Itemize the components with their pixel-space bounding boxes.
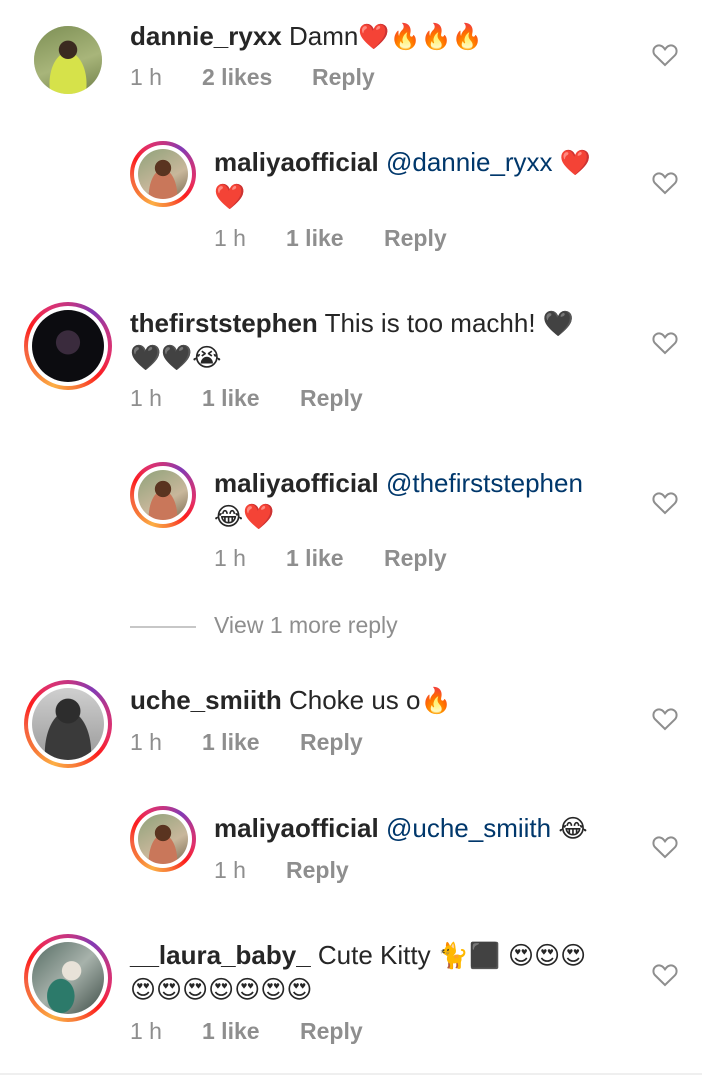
comment-text-line2: 😂❤️ (214, 499, 274, 534)
avatar[interactable] (34, 26, 102, 94)
comment-text: maliyaofficial @dannie_ryxx ❤️ (214, 145, 591, 180)
reply-button[interactable]: Reply (286, 857, 349, 884)
username[interactable]: dannie_ryxx (130, 21, 282, 51)
comment-body: This is too machh! (324, 308, 536, 338)
comment-meta: 1 h 1 like Reply (130, 1018, 363, 1045)
reply-button[interactable]: Reply (312, 64, 375, 91)
comment-meta: 1 h Reply (214, 857, 349, 884)
timestamp: 1 h (214, 857, 246, 883)
comment-body: Choke us o (288, 685, 421, 715)
heart-outline-icon[interactable] (652, 331, 678, 355)
reply-button[interactable]: Reply (300, 385, 363, 412)
comment-meta: 1 h 2 likes Reply (130, 64, 375, 91)
heart-outline-icon[interactable] (652, 707, 678, 731)
username[interactable]: maliyaofficial (214, 147, 379, 177)
avatar[interactable] (130, 141, 196, 207)
timestamp: 1 h (130, 729, 162, 755)
timestamp: 1 h (130, 385, 162, 411)
emoji-text: 🖤 (542, 309, 574, 338)
emoji-text: 😍😍😍😍😍😍😍 (130, 975, 313, 1004)
comment-text: uche_smiith Choke us o🔥 (130, 683, 452, 718)
reply-button[interactable]: Reply (300, 729, 363, 756)
comment-body: Damn (288, 21, 359, 51)
view-more-label[interactable]: View 1 more reply (214, 612, 398, 639)
timestamp: 1 h (214, 545, 246, 571)
comment-text: dannie_ryxx Damn❤️🔥🔥🔥 (130, 19, 483, 54)
likes-count[interactable]: 1 like (202, 729, 300, 756)
comment-text-line2: ❤️ (214, 179, 245, 214)
comment-text: thefirststephen This is too machh! 🖤 (130, 306, 574, 341)
comment-meta: 1 h 1 like Reply (130, 385, 363, 412)
emoji-text: ❤️ (559, 148, 591, 177)
comment-text: maliyaofficial @uche_smiith 😂 (214, 811, 588, 846)
likes-count[interactable]: 1 like (286, 545, 384, 572)
avatar[interactable] (24, 302, 112, 390)
comment-text-line2: 🖤🖤😭 (130, 340, 221, 375)
comment-text: maliyaofficial @thefirststephen (214, 466, 583, 500)
timestamp: 1 h (130, 64, 162, 90)
heart-outline-icon[interactable] (652, 835, 678, 859)
comment-text-line2: 😍😍😍😍😍😍😍 (130, 972, 312, 1007)
username[interactable]: __laura_baby_ (130, 940, 311, 970)
heart-outline-icon[interactable] (652, 963, 678, 987)
likes-count[interactable]: 1 like (202, 385, 300, 412)
emoji-text: 😂❤️ (214, 502, 275, 531)
comment-meta: 1 h 1 like Reply (214, 225, 447, 252)
reply-button[interactable]: Reply (300, 1018, 363, 1045)
timestamp: 1 h (130, 1018, 162, 1044)
likes-count[interactable]: 2 likes (202, 64, 312, 91)
timestamp: 1 h (214, 225, 246, 251)
comment-meta: 1 h 1 like Reply (130, 729, 363, 756)
likes-count[interactable]: 1 like (202, 1018, 300, 1045)
emoji-text: 🔥 (420, 686, 452, 715)
avatar[interactable] (24, 680, 112, 768)
username[interactable]: maliyaofficial (214, 468, 379, 498)
emoji-text: ❤️🔥🔥🔥 (358, 22, 483, 51)
comment-text: __laura_baby_ Cute Kitty 🐈⬛ 😍😍😍 (130, 938, 586, 973)
heart-outline-icon[interactable] (652, 171, 678, 195)
view-more-divider (130, 626, 196, 628)
emoji-text: ❤️ (214, 182, 246, 211)
mention-link[interactable]: @thefirststephen (386, 468, 583, 498)
likes-count[interactable]: 1 like (286, 225, 384, 252)
mention-link[interactable]: @uche_smiith (386, 813, 551, 843)
emoji-text: 🐈⬛ 😍😍😍 (437, 941, 587, 970)
reply-button[interactable]: Reply (384, 225, 447, 252)
reply-button[interactable]: Reply (384, 545, 447, 572)
avatar[interactable] (130, 462, 196, 528)
comment-meta: 1 h 1 like Reply (214, 545, 447, 572)
heart-outline-icon[interactable] (652, 43, 678, 67)
comment-body: Cute Kitty (317, 940, 431, 970)
heart-outline-icon[interactable] (652, 491, 678, 515)
emoji-text: 😂 (558, 814, 588, 843)
username[interactable]: maliyaofficial (214, 813, 379, 843)
username[interactable]: thefirststephen (130, 308, 318, 338)
emoji-text: 🖤🖤😭 (130, 343, 222, 372)
mention-link[interactable]: @dannie_ryxx (386, 147, 553, 177)
avatar[interactable] (24, 934, 112, 1022)
username[interactable]: uche_smiith (130, 685, 282, 715)
avatar[interactable] (130, 806, 196, 872)
